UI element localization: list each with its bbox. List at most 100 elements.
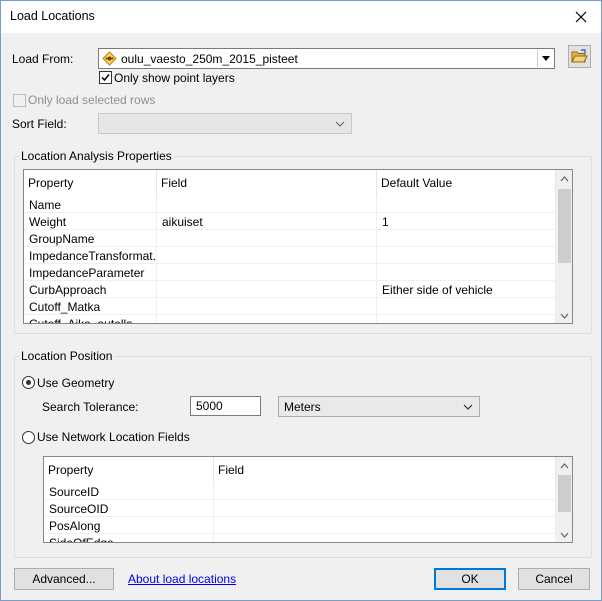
property-cell[interactable]: SideOfEdge — [44, 534, 214, 542]
property-cell[interactable]: ImpedanceParameter — [24, 264, 157, 281]
window-title: Load Locations — [10, 9, 95, 23]
network-grid-scrollbar[interactable] — [556, 457, 572, 542]
use-geometry-radio[interactable] — [22, 376, 35, 389]
field-cell[interactable]: aikuiset — [157, 213, 377, 230]
property-cell[interactable]: CurbApproach — [24, 281, 157, 298]
column-header-field[interactable]: Field — [214, 457, 556, 483]
table-row[interactable]: ImpedanceParameter — [24, 264, 556, 281]
field-cell[interactable] — [157, 298, 377, 315]
default-value-cell[interactable]: Either side of vehicle — [377, 281, 556, 298]
table-row[interactable]: Name — [24, 196, 556, 213]
default-value-cell[interactable] — [377, 264, 556, 281]
chevron-up-icon — [560, 175, 569, 181]
scroll-up-arrow[interactable] — [556, 457, 572, 474]
browse-button[interactable] — [568, 45, 591, 68]
radio-dot — [26, 380, 31, 385]
table-row[interactable]: Cutoff_Matka — [24, 298, 556, 315]
network-fields-grid: Property Field SourceID SourceOID PosAlong… — [43, 456, 573, 543]
table-row[interactable]: SourceID — [44, 483, 556, 500]
column-header-property[interactable]: Property — [24, 170, 157, 196]
property-cell[interactable]: SourceOID — [44, 500, 214, 517]
property-cell[interactable]: Cutoff_Aika_autolla — [24, 315, 157, 323]
analysis-grid-scrollbar[interactable] — [556, 170, 572, 323]
field-cell[interactable] — [157, 281, 377, 298]
chevron-down-icon — [541, 56, 550, 61]
sort-field-combo[interactable] — [98, 113, 352, 134]
scroll-thumb[interactable] — [558, 189, 571, 263]
checkmark-icon — [101, 74, 110, 82]
scroll-thumb[interactable] — [558, 475, 571, 512]
cancel-button[interactable]: Cancel — [518, 568, 590, 590]
only-point-layers-checkbox[interactable] — [99, 71, 112, 84]
default-value-cell[interactable] — [377, 247, 556, 264]
table-row[interactable]: CurbApproach Either side of vehicle — [24, 281, 556, 298]
analysis-properties-title: Location Analysis Properties — [19, 149, 174, 163]
analysis-properties-grid: Property Field Default Value Name Weight a… — [23, 169, 573, 324]
property-cell[interactable]: ImpedanceTransformat... — [24, 247, 157, 264]
field-cell[interactable] — [157, 196, 377, 213]
table-row[interactable]: Cutoff_Aika_autolla — [24, 315, 556, 323]
grid-header: Property Field Default Value — [24, 170, 556, 196]
scroll-down-arrow[interactable] — [556, 526, 572, 542]
scroll-up-arrow[interactable] — [556, 170, 572, 187]
use-geometry-label: Use Geometry — [37, 376, 115, 390]
property-cell[interactable]: Name — [24, 196, 157, 213]
open-folder-icon — [571, 49, 588, 63]
load-from-combo[interactable]: oulu_vaesto_250m_2015_pisteet — [98, 48, 555, 69]
use-network-fields-radio[interactable] — [22, 431, 35, 444]
advanced-button-label: Advanced... — [32, 572, 96, 586]
field-cell[interactable] — [157, 247, 377, 264]
field-cell[interactable] — [214, 483, 556, 500]
sort-field-label: Sort Field: — [12, 117, 67, 131]
table-row[interactable]: SideOfEdge — [44, 534, 556, 542]
load-from-value: oulu_vaesto_250m_2015_pisteet — [121, 52, 298, 66]
load-from-label: Load From: — [12, 52, 74, 66]
about-load-locations-link[interactable]: About load locations — [128, 572, 236, 586]
load-locations-dialog: Load Locations Load From: oulu_vaesto_25… — [0, 0, 602, 601]
field-cell[interactable] — [214, 500, 556, 517]
default-value-cell[interactable] — [377, 298, 556, 315]
table-row[interactable]: SourceOID — [44, 500, 556, 517]
units-combo[interactable]: Meters — [278, 396, 480, 417]
default-value-cell[interactable] — [377, 196, 556, 213]
search-tolerance-value: 5000 — [196, 399, 223, 413]
title-bar: Load Locations — [1, 1, 601, 33]
ok-button-label: OK — [461, 572, 479, 586]
default-value-cell[interactable] — [377, 315, 556, 323]
load-from-dropdown-arrow[interactable] — [537, 50, 553, 67]
grid-header: Property Field — [44, 457, 556, 483]
property-cell[interactable]: PosAlong — [44, 517, 214, 534]
close-icon — [575, 11, 587, 23]
table-row[interactable]: PosAlong — [44, 517, 556, 534]
property-cell[interactable]: Cutoff_Matka — [24, 298, 157, 315]
scroll-down-arrow[interactable] — [556, 307, 572, 323]
column-header-property[interactable]: Property — [44, 457, 214, 483]
close-button[interactable] — [569, 5, 593, 29]
property-cell[interactable]: SourceID — [44, 483, 214, 500]
property-cell[interactable]: GroupName — [24, 230, 157, 247]
search-tolerance-label: Search Tolerance: — [42, 400, 139, 414]
field-cell[interactable] — [157, 264, 377, 281]
column-header-field[interactable]: Field — [157, 170, 377, 196]
chevron-down-icon — [335, 121, 345, 127]
property-cell[interactable]: Weight — [24, 213, 157, 230]
field-cell[interactable] — [214, 534, 556, 542]
field-cell[interactable] — [214, 517, 556, 534]
table-row[interactable]: ImpedanceTransformat... — [24, 247, 556, 264]
search-tolerance-input[interactable]: 5000 — [190, 396, 261, 416]
column-header-default-value[interactable]: Default Value — [377, 170, 556, 196]
ok-button[interactable]: OK — [434, 568, 506, 590]
table-row[interactable]: Weight aikuiset 1 — [24, 213, 556, 230]
units-value: Meters — [284, 400, 321, 414]
default-value-cell[interactable] — [377, 230, 556, 247]
only-selected-rows-checkbox[interactable] — [13, 94, 26, 107]
table-row[interactable]: GroupName — [24, 230, 556, 247]
field-cell[interactable] — [157, 230, 377, 247]
advanced-button[interactable]: Advanced... — [14, 568, 114, 590]
chevron-down-icon — [560, 532, 569, 538]
default-value-cell[interactable]: 1 — [377, 213, 556, 230]
only-selected-rows-label: Only load selected rows — [28, 93, 156, 107]
cancel-button-label: Cancel — [535, 572, 573, 586]
field-cell[interactable] — [157, 315, 377, 323]
point-layer-icon — [102, 51, 117, 66]
